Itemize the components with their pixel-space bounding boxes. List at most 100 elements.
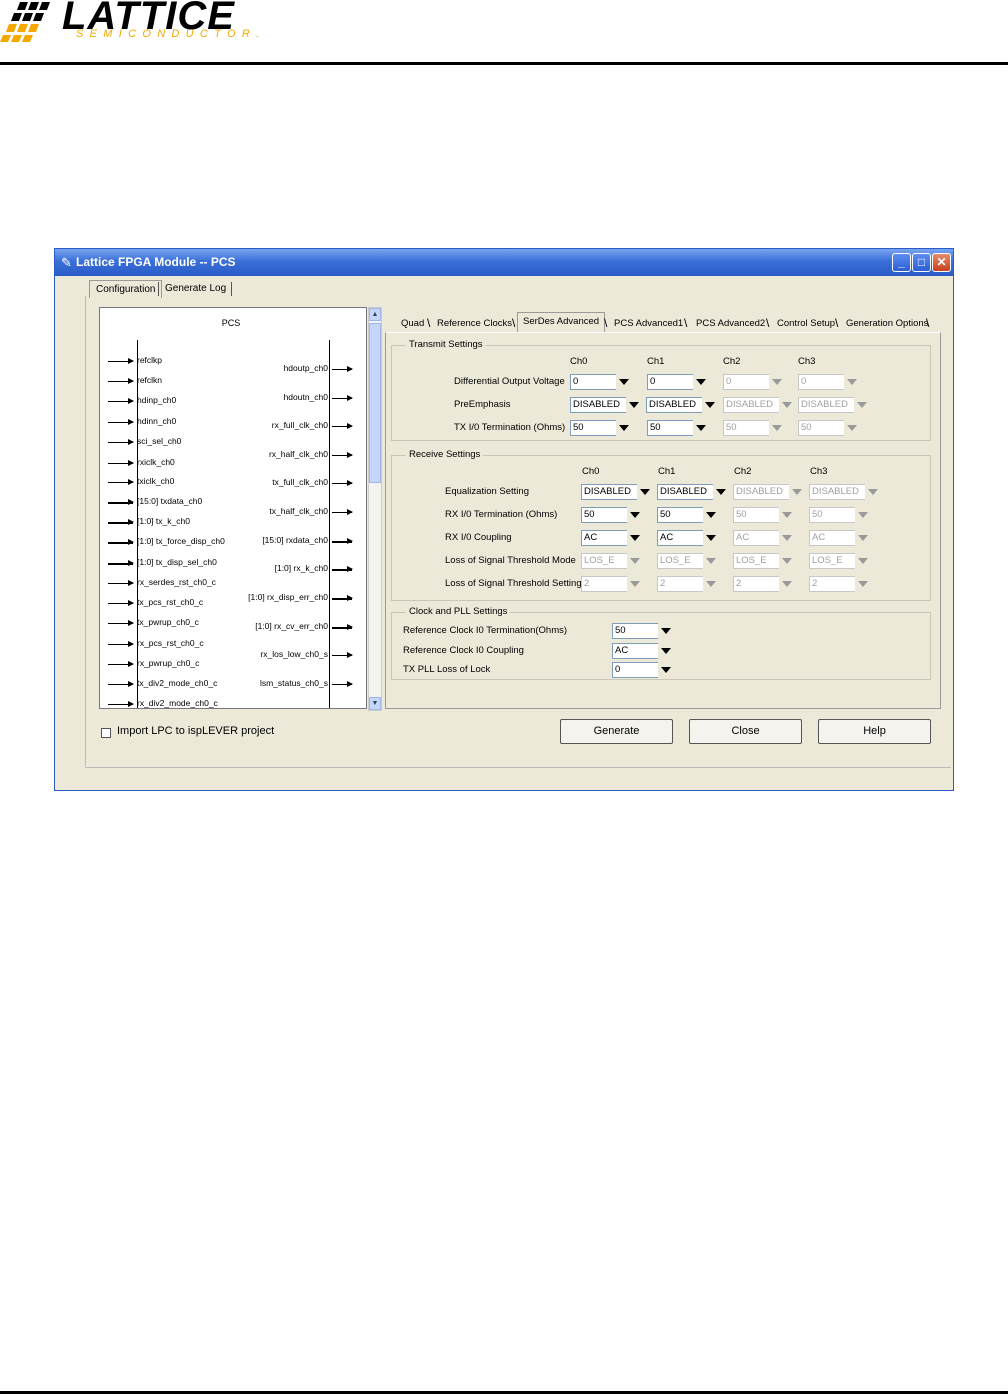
chevron-down-icon xyxy=(844,420,860,436)
preemphasis-ch0-select[interactable]: DISABLED xyxy=(570,397,642,413)
input-port-label: [1:0] tx_force_disp_ch0 xyxy=(137,536,225,546)
chevron-down-icon[interactable] xyxy=(693,420,709,436)
input-arrow xyxy=(108,661,134,667)
chevron-down-icon[interactable] xyxy=(703,507,719,523)
dov-ch0-select[interactable]: 0 xyxy=(570,374,632,390)
equalization-ch1-select[interactable]: DISABLED xyxy=(657,484,729,500)
close-button[interactable]: Close xyxy=(689,719,802,744)
tab-serdes-advanced[interactable]: SerDes Advanced xyxy=(517,312,606,333)
generate-button[interactable]: Generate xyxy=(560,719,673,744)
tx-termination-ch0-select[interactable]: 50 xyxy=(570,420,632,436)
pcs-diagram: PCS refclkp refclkn hdinp_ch0 hdinn_ch0 … xyxy=(99,307,367,709)
input-port-label: [15:0] txdata_ch0 xyxy=(137,496,203,506)
select-value: 50 xyxy=(615,625,626,636)
equalization-ch0-select[interactable]: DISABLED xyxy=(581,484,653,500)
chevron-down-icon xyxy=(769,374,785,390)
select-value: 2 xyxy=(660,578,666,589)
tab-configuration[interactable]: Configuration xyxy=(89,280,163,298)
chevron-down-icon[interactable] xyxy=(627,530,643,546)
input-port-label: tx_div2_mode_ch0_c xyxy=(137,678,218,688)
tx-pll-loss-of-lock-select[interactable]: 0 xyxy=(612,662,674,678)
dov-ch1-select[interactable]: 0 xyxy=(647,374,709,390)
input-bus-arrow xyxy=(108,519,134,525)
transmit-settings-group: Transmit Settings Ch0 Ch1 Ch2 Ch3 Differ… xyxy=(391,339,931,441)
select-value: AC xyxy=(736,532,750,543)
select-value: 0 xyxy=(726,376,732,387)
col-header-ch1: Ch1 xyxy=(658,466,676,477)
transmit-settings-title: Transmit Settings xyxy=(406,339,486,350)
chevron-down-icon xyxy=(855,553,871,569)
select-value: 50 xyxy=(801,422,812,433)
los-mode-ch3-select: LOS_E xyxy=(809,553,871,569)
chevron-down-icon xyxy=(627,553,643,569)
tab-generate-log[interactable]: Generate Log xyxy=(159,280,232,298)
refclk-coupling-select[interactable]: AC xyxy=(612,643,674,659)
tab-control-setup[interactable]: Control Setup xyxy=(772,315,840,333)
rx-coupling-ch1-select[interactable]: AC xyxy=(657,530,719,546)
chevron-down-icon[interactable] xyxy=(626,397,642,413)
close-window-button[interactable]: ✕ xyxy=(932,253,951,272)
chevron-down-icon[interactable] xyxy=(658,662,674,678)
scroll-thumb[interactable] xyxy=(369,323,381,483)
tx-termination-ch1-select[interactable]: 50 xyxy=(647,420,709,436)
input-arrow xyxy=(108,460,134,466)
rx-termination-ch1-select[interactable]: 50 xyxy=(657,507,719,523)
differential-output-voltage-label: Differential Output Voltage xyxy=(454,376,565,387)
output-arrow xyxy=(332,652,353,658)
tab-quad[interactable]: Quad xyxy=(396,315,429,333)
output-bus-arrow xyxy=(332,538,353,544)
select-value: 0 xyxy=(573,376,579,387)
tab-separator xyxy=(231,282,232,296)
chevron-down-icon[interactable] xyxy=(637,484,653,500)
input-port-label: tx_pcs_rst_ch0_c xyxy=(137,597,204,607)
chevron-down-icon xyxy=(779,553,795,569)
tab-pcs-advanced1[interactable]: PCS Advanced1 xyxy=(609,315,688,333)
output-bus-arrow xyxy=(332,595,353,601)
output-port-label: hdoutn_ch0 xyxy=(283,392,328,402)
chevron-down-icon xyxy=(844,374,860,390)
diagram-scrollbar[interactable]: ▲ ▼ xyxy=(368,307,382,711)
chevron-down-icon[interactable] xyxy=(693,374,709,390)
scroll-up-icon[interactable]: ▲ xyxy=(369,308,381,321)
chevron-down-icon[interactable] xyxy=(616,374,632,390)
chevron-down-icon xyxy=(865,484,881,500)
rx-termination-label: RX I/0 Termination (Ohms) xyxy=(445,509,558,520)
los-threshold-mode-label: Loss of Signal Threshold Mode xyxy=(445,555,576,566)
chevron-down-icon[interactable] xyxy=(658,643,674,659)
import-lpc-checkbox[interactable] xyxy=(101,728,111,738)
chevron-down-icon xyxy=(855,530,871,546)
chevron-down-icon xyxy=(779,530,795,546)
select-value: DISABLED xyxy=(584,486,631,497)
tab-pcs-advanced2[interactable]: PCS Advanced2 xyxy=(691,315,770,333)
maximize-button[interactable]: □ xyxy=(912,253,931,272)
input-arrow xyxy=(108,620,134,626)
minimize-button[interactable]: _ xyxy=(892,253,911,272)
preemphasis-ch1-select[interactable]: DISABLED xyxy=(646,397,718,413)
input-arrow xyxy=(108,439,134,445)
chevron-down-icon[interactable] xyxy=(702,397,718,413)
tab-generation-options[interactable]: Generation Options xyxy=(841,315,933,333)
chevron-down-icon[interactable] xyxy=(713,484,729,500)
chevron-down-icon[interactable] xyxy=(627,507,643,523)
chevron-down-icon xyxy=(769,420,785,436)
input-arrow xyxy=(108,479,134,485)
refclk-termination-select[interactable]: 50 xyxy=(612,623,674,639)
col-header-ch3: Ch3 xyxy=(810,466,828,477)
rx-coupling-ch0-select[interactable]: AC xyxy=(581,530,643,546)
clock-pll-group: Clock and PLL Settings Reference Clock I… xyxy=(391,606,931,680)
maximize-icon: □ xyxy=(917,255,926,269)
scroll-down-icon[interactable]: ▼ xyxy=(369,697,381,710)
chevron-down-icon[interactable] xyxy=(616,420,632,436)
rx-termination-ch0-select[interactable]: 50 xyxy=(581,507,643,523)
close-icon: ✕ xyxy=(936,255,947,269)
select-value: DISABLED xyxy=(649,399,696,410)
window-titlebar[interactable]: ✎ Lattice FPGA Module -- PCS _ □ ✕ xyxy=(55,249,953,276)
help-button[interactable]: Help xyxy=(818,719,931,744)
select-value: 0 xyxy=(801,376,807,387)
col-header-ch0: Ch0 xyxy=(570,356,588,367)
input-arrow xyxy=(108,378,134,384)
tab-reference-clocks[interactable]: Reference Clocks xyxy=(432,315,517,333)
chevron-down-icon[interactable] xyxy=(658,623,674,639)
select-value: DISABLED xyxy=(726,399,773,410)
chevron-down-icon[interactable] xyxy=(703,530,719,546)
